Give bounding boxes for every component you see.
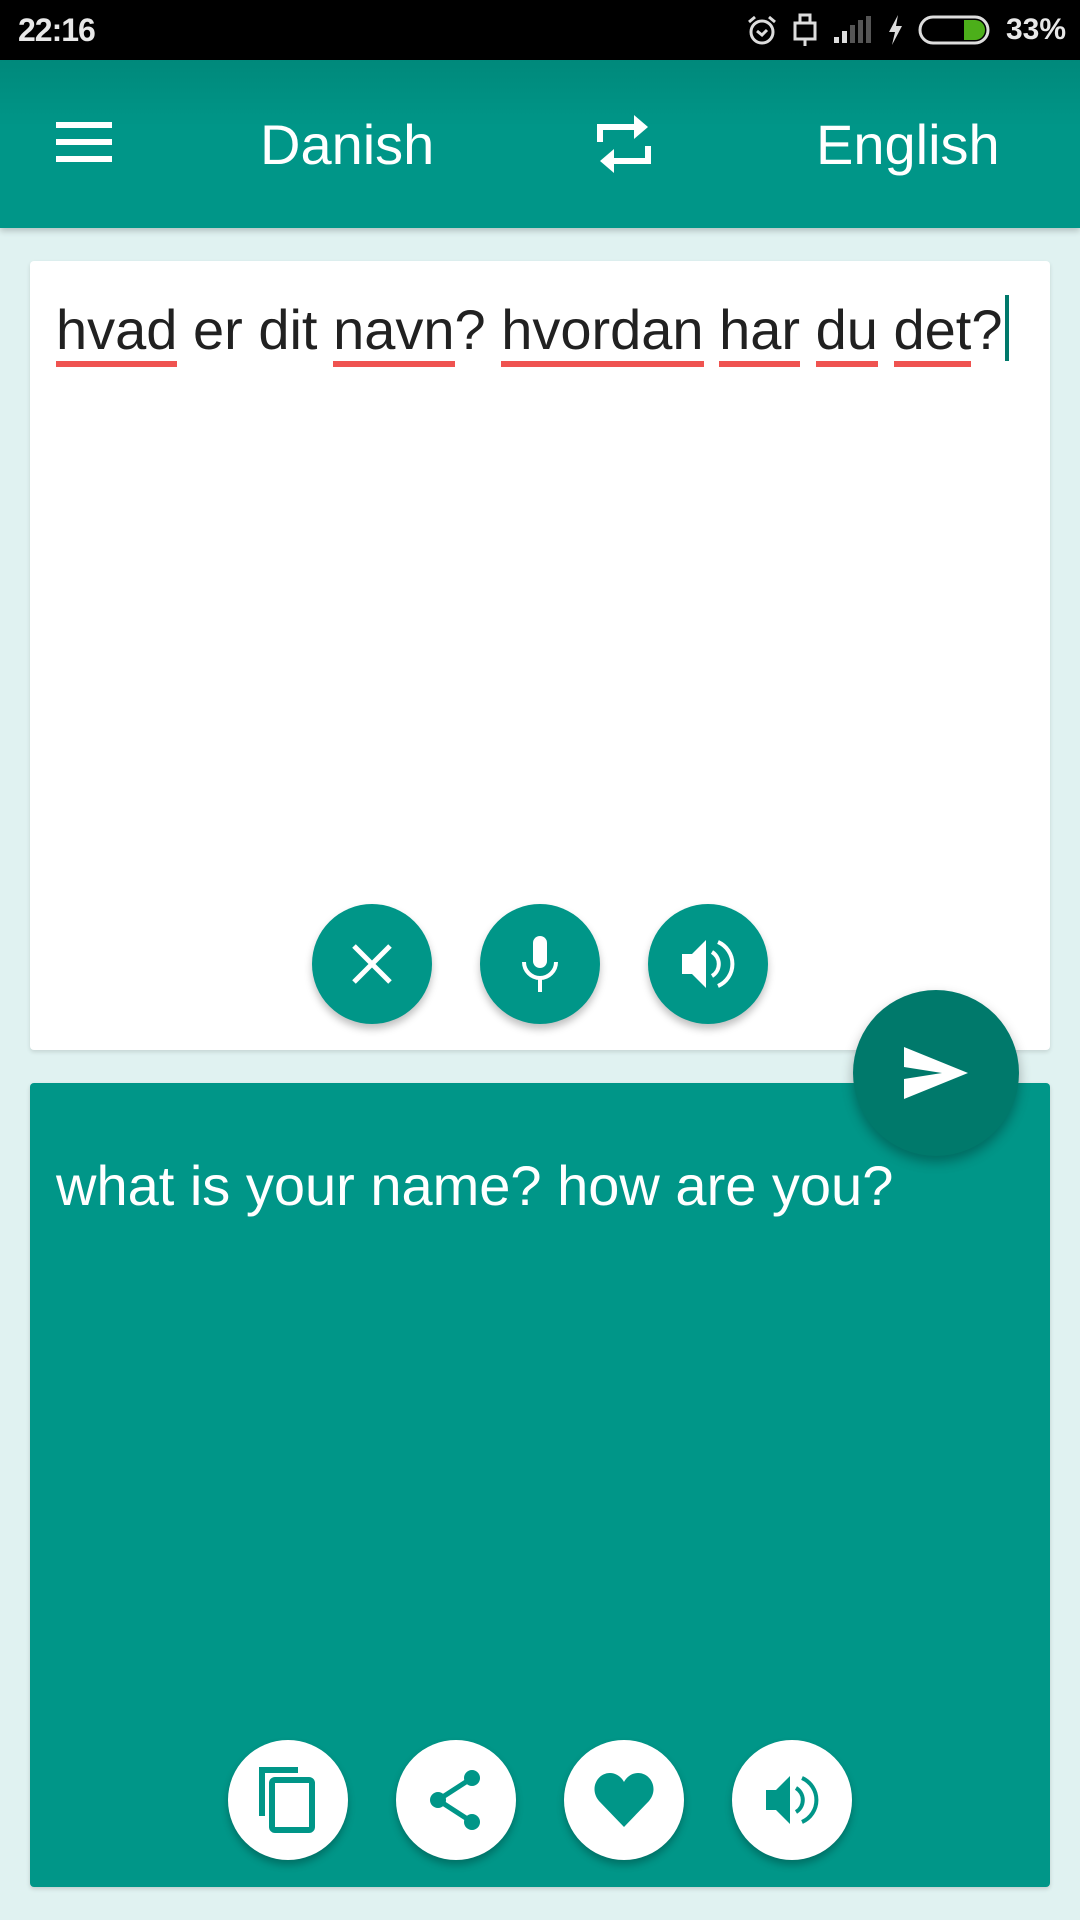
charging-icon [888,15,902,45]
send-icon [904,1047,968,1099]
swap-languages-button[interactable] [594,112,654,176]
translated-text: what is your name? how are you? [56,1154,894,1217]
misspelled-word: hvordan [501,298,704,367]
app-header: Danish English [0,60,1080,228]
speaker-icon [766,1776,819,1824]
heart-icon [594,1773,654,1827]
alarm-icon [747,15,776,45]
status-time: 22:16 [18,12,96,48]
input-word: ? [971,298,1003,361]
input-word [878,298,894,361]
share-button[interactable] [396,1740,516,1860]
speak-translation-button[interactable] [732,1740,852,1860]
target-language-selector[interactable]: English [816,112,1000,177]
share-icon [430,1770,480,1830]
signal-icon [833,16,871,43]
misspelled-word: det [893,298,972,367]
input-word [704,298,720,361]
misspelled-word: navn [333,298,455,367]
battery-icon [918,15,990,45]
usb-icon [793,13,817,46]
text-cursor [1004,295,1009,361]
misspelled-word: du [815,298,878,367]
input-word: ? [454,298,502,361]
output-card: what is your name? how are you? [30,1083,1050,1887]
microphone-icon [522,936,558,992]
speak-source-button[interactable] [648,904,768,1024]
hamburger-menu-icon [56,122,112,162]
input-word: er dit [177,298,334,361]
translate-button[interactable] [853,990,1019,1156]
source-language-selector[interactable]: Danish [260,112,434,177]
battery-percent: 33% [1005,13,1066,46]
input-word [800,298,816,361]
close-icon [352,944,392,984]
misspelled-word: har [719,298,801,367]
input-card: hvad er dit navn? hvordan har du det? [30,261,1050,1050]
swap-languages-icon [597,115,651,173]
menu-button[interactable] [56,122,112,166]
status-bar: 22:16 33% [0,0,1080,60]
copy-button[interactable] [228,1740,348,1860]
speaker-icon [682,940,735,988]
status-icons: 33% [746,10,1066,50]
misspelled-word: hvad [56,298,178,367]
favorite-button[interactable] [564,1740,684,1860]
copy-icon [259,1767,315,1833]
clear-button[interactable] [312,904,432,1024]
source-text-input[interactable]: hvad er dit navn? hvordan har du det? [56,293,1016,367]
voice-input-button[interactable] [480,904,600,1024]
